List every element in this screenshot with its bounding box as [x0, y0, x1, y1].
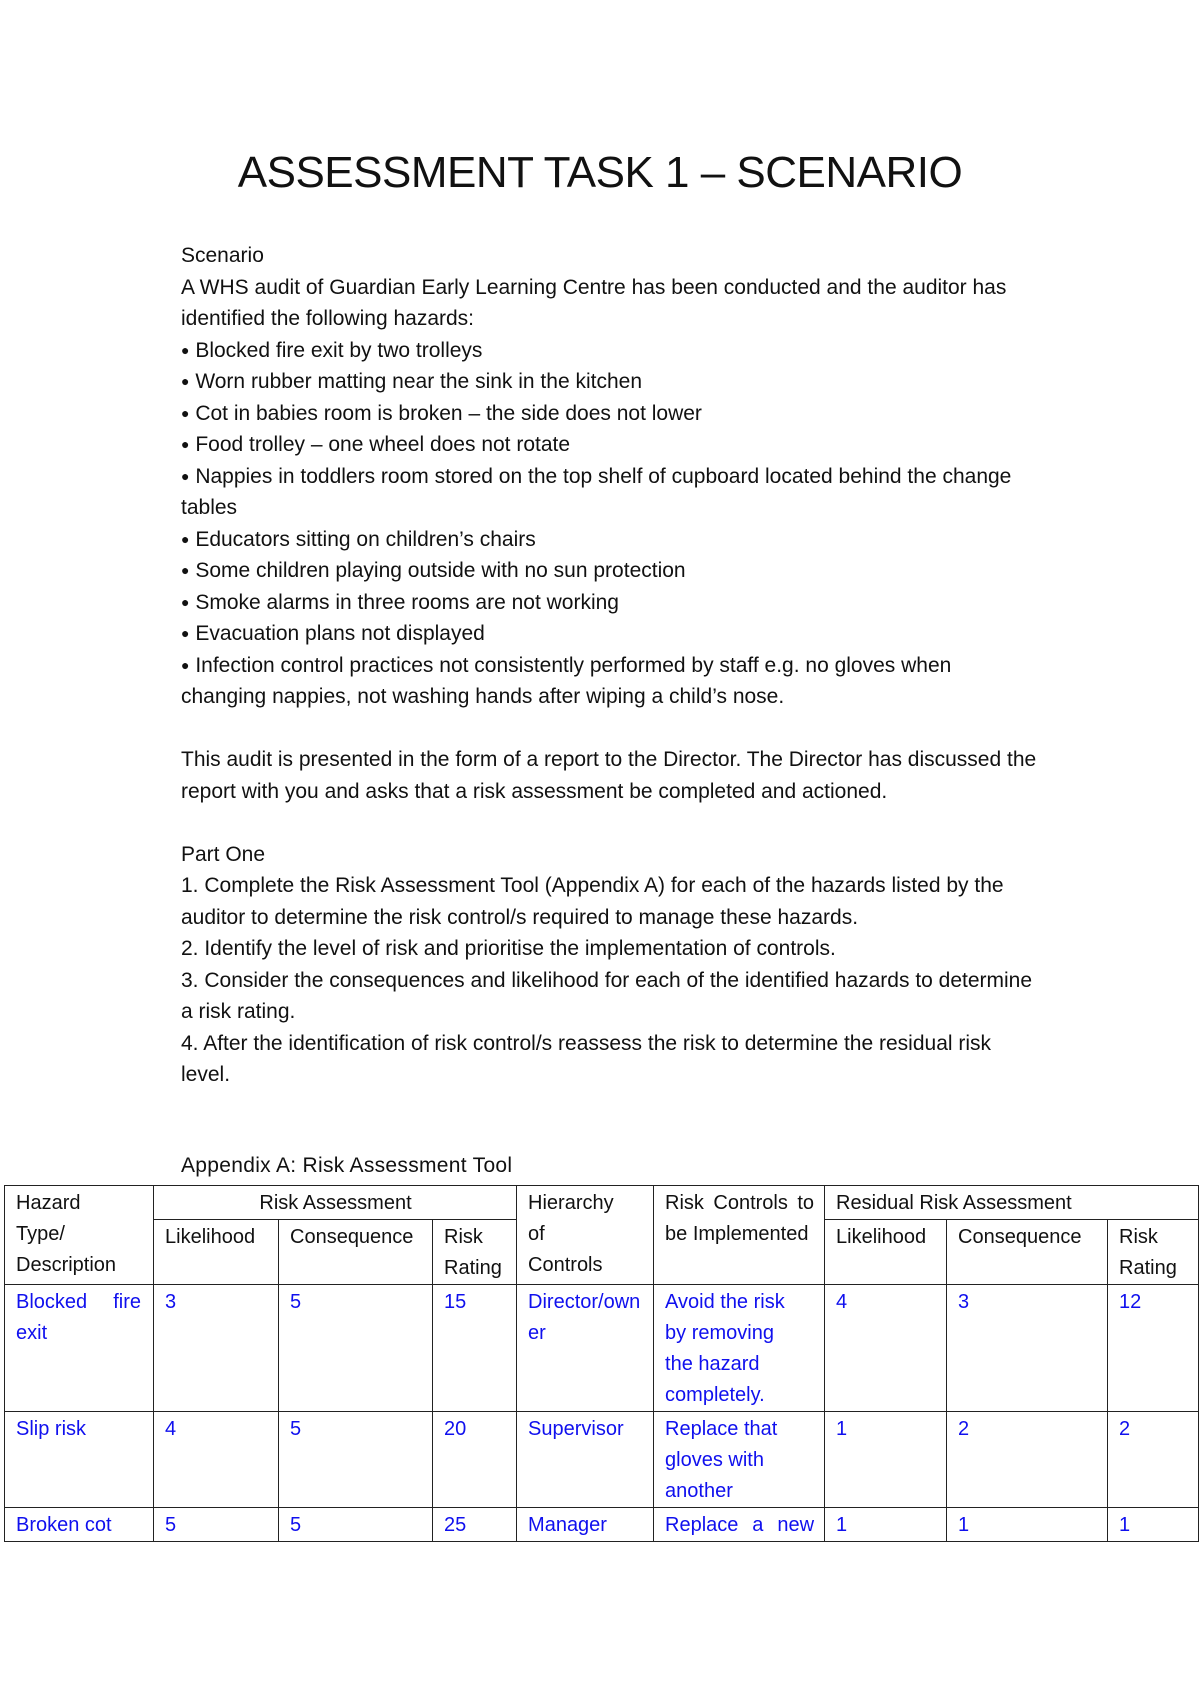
hazard-item: ● Educators sitting on children’s chairs [181, 527, 536, 551]
scenario-heading: Scenario [181, 244, 264, 267]
cell-likelihood[interactable]: 5 [153, 1507, 279, 1542]
hazard-item: ● Food trolley – one wheel does not rota… [181, 433, 571, 456]
hazard-item: ● Some children playing outside with no … [181, 559, 686, 582]
bullet-icon: ● [181, 404, 190, 421]
bullet-icon: ● [181, 530, 190, 547]
part-one-heading: Part One [181, 842, 266, 866]
cell-consequence[interactable]: 5 [278, 1284, 433, 1412]
cell-hazard[interactable]: Broken cot [4, 1507, 154, 1542]
header-consequence: Consequence [278, 1219, 433, 1285]
cell-consequence[interactable]: 5 [278, 1411, 433, 1508]
cell-res-likelihood[interactable]: 4 [824, 1284, 948, 1412]
header-hierarchy: Hierarchy of Controls [516, 1185, 655, 1285]
hazard-item: ● Worn rubber matting near the sink in t… [181, 370, 642, 393]
hazard-item: ● Infection control practices not consis… [181, 653, 952, 709]
cell-hierarchy[interactable]: Manager [516, 1507, 655, 1542]
header-row: Hazard Type/ Description Risk Assessment… [4, 1185, 1200, 1285]
scenario-section: Scenario A WHS audit of Guardian Early L… [181, 240, 1041, 1091]
page-title: ASSESSMENT TASK 1 – SCENARIO [237, 148, 963, 197]
cell-hierarchy[interactable]: Director/owner [516, 1284, 655, 1412]
part-one-step: 3. Consider the consequences and likelih… [181, 968, 1033, 1024]
header-controls: Risk Controls to be Implemented [653, 1185, 826, 1285]
cell-risk-rating[interactable]: 15 [431, 1284, 518, 1412]
header-risk-assessment: Risk Assessment [152, 1185, 518, 1220]
cell-controls[interactable]: Replace that gloves with another [653, 1411, 826, 1508]
header-residual: Residual Risk Assessment [824, 1185, 1200, 1220]
hazard-list: ● Blocked fire exit by two trolleys ● Wo… [181, 335, 1041, 713]
cell-hierarchy[interactable]: Supervisor [516, 1411, 655, 1508]
table-row: Broken cot 5 5 25 Manager Replace a new … [4, 1507, 1200, 1542]
table-row: Blocked fire exit 3 5 15 Director/owner … [4, 1284, 1200, 1412]
table-row: Slip risk 4 5 20 Supervisor Replace that… [4, 1411, 1200, 1508]
header-risk-rating: Risk Rating [431, 1219, 518, 1285]
bullet-icon: ● [181, 656, 190, 673]
cell-res-consequence[interactable]: 1 [946, 1507, 1109, 1542]
header-hazard: Hazard Type/ Description [4, 1185, 154, 1285]
bullet-icon: ● [181, 436, 190, 452]
cell-res-risk-rating[interactable]: 12 [1107, 1284, 1200, 1412]
header-likelihood: Likelihood [153, 1219, 279, 1285]
part-one-step: 1. Complete the Risk Assessment Tool (Ap… [181, 874, 1004, 929]
cell-res-risk-rating[interactable]: 2 [1107, 1411, 1200, 1508]
cell-res-likelihood[interactable]: 1 [824, 1411, 948, 1508]
appendix-label: Appendix A: Risk Assessment Tool [181, 1154, 513, 1177]
scenario-intro: A WHS audit of Guardian Early Learning C… [181, 275, 1007, 331]
cell-likelihood[interactable]: 3 [153, 1284, 279, 1412]
report-paragraph: This audit is presented in the form of a… [181, 748, 1037, 803]
cell-likelihood[interactable]: 4 [153, 1411, 279, 1508]
bullet-icon: ● [181, 341, 190, 358]
cell-hazard[interactable]: Slip risk [4, 1411, 154, 1508]
cell-res-risk-rating[interactable]: 1 [1107, 1507, 1200, 1542]
bullet-icon: ● [181, 593, 190, 610]
cell-risk-rating[interactable]: 20 [431, 1411, 518, 1508]
header-res-likelihood: Likelihood [824, 1219, 948, 1285]
hazard-item: ● Cot in babies room is broken – the sid… [181, 401, 702, 425]
cell-controls[interactable]: Avoid the risk by removing the hazard co… [653, 1284, 826, 1412]
cell-consequence[interactable]: 5 [278, 1507, 433, 1542]
cell-risk-rating[interactable]: 25 [431, 1507, 518, 1542]
risk-assessment-table: Hazard Type/ Description Risk Assessment… [4, 1185, 1200, 1542]
hazard-item: ● Blocked fire exit by two trolleys [181, 338, 483, 362]
hazard-item: ● Smoke alarms in three rooms are not wo… [181, 590, 619, 614]
bullet-icon: ● [181, 373, 190, 389]
cell-res-likelihood[interactable]: 1 [824, 1507, 948, 1542]
part-one-step: 4. After the identification of risk cont… [181, 1031, 992, 1087]
cell-hazard[interactable]: Blocked fire exit [4, 1284, 154, 1412]
hazard-item: ● Nappies in toddlers room stored on the… [181, 464, 1012, 520]
bullet-icon: ● [181, 467, 190, 484]
header-res-risk-rating: Risk Rating [1107, 1219, 1200, 1285]
bullet-icon: ● [181, 562, 190, 578]
cell-res-consequence[interactable]: 3 [946, 1284, 1109, 1412]
part-one-step: 2. Identify the level of risk and priori… [181, 937, 836, 960]
bullet-icon: ● [181, 625, 190, 641]
cell-res-consequence[interactable]: 2 [946, 1411, 1109, 1508]
hazard-item: ● Evacuation plans not displayed [181, 622, 485, 645]
cell-controls[interactable]: Replace a new [653, 1507, 826, 1542]
header-res-consequence: Consequence [946, 1219, 1109, 1285]
